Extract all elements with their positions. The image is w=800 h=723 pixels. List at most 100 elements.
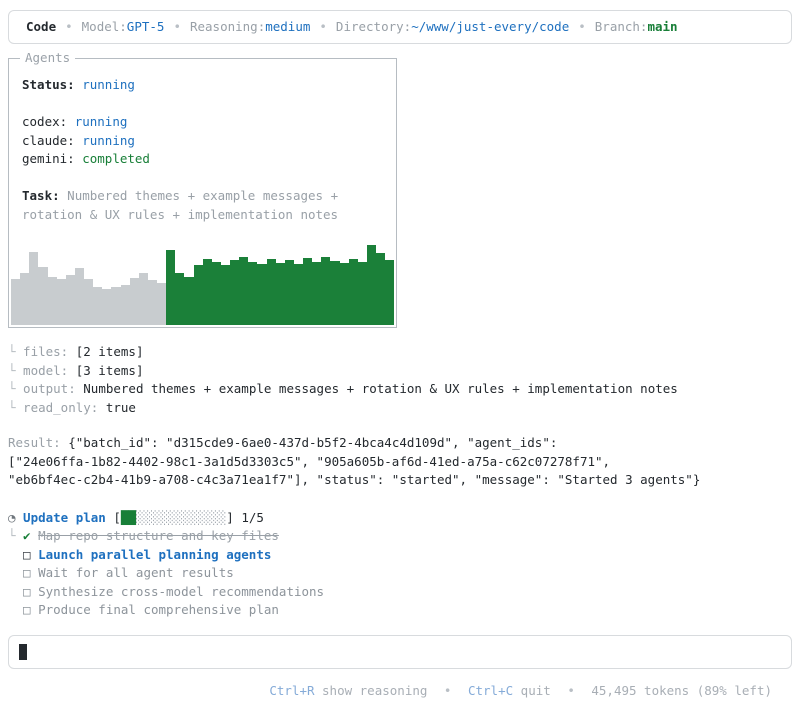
agents-panel-body: Status: running codex: running claude: r… <box>9 59 396 224</box>
activity-bar <box>303 258 313 325</box>
separator-dot: • <box>65 18 73 34</box>
detail-label: output: <box>23 381 76 396</box>
plan-item-label: Synthesize cross-model recommendations <box>38 583 325 599</box>
activity-bar <box>248 262 258 325</box>
plan-item: □ Launch parallel planning agents <box>8 546 792 565</box>
checkbox-icon: □ <box>23 602 31 617</box>
detail-label: files: <box>23 344 69 359</box>
activity-bar <box>166 250 176 325</box>
checkbox-icon: □ <box>23 546 31 562</box>
tree-connector: └ <box>8 528 16 543</box>
plan-progress-fraction: 1/5 <box>241 509 264 525</box>
reasoning-value: medium <box>265 18 311 34</box>
agents-panel-title: Agents <box>20 49 76 68</box>
detail-value: [3 items] <box>75 362 144 378</box>
agents-status-line: Status: running <box>22 76 383 95</box>
result-line: ["24e06ffa-1b82-4402-98c1-3a1d5d3303c5",… <box>8 453 611 469</box>
plan-item: □ Synthesize cross-model recommendations <box>8 583 792 602</box>
plan-item-label: Produce final comprehensive plan <box>38 602 279 617</box>
activity-bar <box>138 273 148 325</box>
detail-row: └ files: [2 items] <box>8 343 792 362</box>
activity-bar <box>239 257 249 325</box>
composer-input[interactable] <box>8 634 792 669</box>
activity-bar <box>74 268 84 325</box>
shortcut-reasoning-label: show reasoning <box>322 682 428 698</box>
checkbox-icon: □ <box>23 565 31 580</box>
task-label: Task: <box>22 188 60 203</box>
activity-bar <box>266 259 276 325</box>
plan-section: ◔ Update plan [██░░░░░░░░░░░░] 1/5 └ ✔ Map … <box>8 509 792 620</box>
activity-bar <box>11 279 21 325</box>
spinner-icon: ◔ <box>8 509 16 525</box>
plan-item: □ Wait for all agent results <box>8 564 792 583</box>
detail-row: └ output: Numbered themes + example messa… <box>8 380 792 399</box>
checkbox-icon: □ <box>23 583 31 599</box>
result-text: {"batch_id": "d315cde9-6ae0-437d-b5f2-4b… <box>68 435 558 450</box>
shortcut-reasoning-key: Ctrl+R <box>269 682 315 698</box>
plan-item-label: Launch parallel planning agents <box>38 546 272 562</box>
shortcut-quit-key: Ctrl+C <box>467 682 514 698</box>
separator-dot: • <box>443 682 452 698</box>
progress-empty: ░░░░░░░░░░░░ <box>135 509 227 525</box>
plan-item-label: Map repo structure and key files <box>38 528 279 543</box>
activity-chart <box>9 245 396 327</box>
tree-connector: └ <box>8 381 16 396</box>
tokens-remaining: 45,495 tokens (89% left) <box>591 682 772 698</box>
activity-bar <box>84 279 94 325</box>
directory-value: ~/www/just-every/code <box>411 18 570 34</box>
plan-item: └ ✔ Map repo structure and key files <box>8 527 792 546</box>
activity-bar <box>175 273 185 325</box>
detail-row: └ model: [3 items] <box>8 362 792 381</box>
activity-bar <box>230 260 240 325</box>
agent-name: claude: <box>22 132 75 148</box>
detail-label: read_only: <box>23 399 99 415</box>
directory-label: Directory: <box>335 18 412 34</box>
activity-bar <box>47 277 57 325</box>
plan-title: Update plan <box>23 509 106 525</box>
activity-bar <box>29 252 39 325</box>
detail-row: └ read_only: true <box>8 399 792 418</box>
plan-progress-bar: [██░░░░░░░░░░░░] <box>113 510 233 525</box>
task-paragraph: Task: Numbered themes + example messages… <box>22 187 383 224</box>
separator-dot: • <box>173 18 181 34</box>
activity-bar <box>293 264 303 325</box>
activity-bar <box>202 259 212 325</box>
bracket-close: ] <box>226 509 234 525</box>
model-value: GPT-5 <box>126 18 165 34</box>
agents-panel: Agents Status: running codex: running cl… <box>8 49 397 328</box>
footer-bar: Ctrl+R show reasoning • Ctrl+C quit • 45… <box>28 682 772 701</box>
activity-bar <box>312 262 322 325</box>
activity-bar <box>20 273 30 325</box>
activity-bar <box>38 267 48 325</box>
status-value: running <box>82 77 135 92</box>
activity-bar <box>102 289 112 325</box>
separator-dot: • <box>567 682 575 698</box>
result-label: Result: <box>8 435 61 450</box>
activity-bar <box>376 253 386 325</box>
activity-bar <box>120 285 130 325</box>
agent-name: codex: <box>22 114 68 129</box>
agent-row: codex: running <box>22 113 383 132</box>
activity-bar <box>211 262 221 325</box>
result-block: Result: {"batch_id": "d315cde9-6ae0-437d… <box>8 434 792 490</box>
detail-value: [2 items] <box>75 344 144 359</box>
result-line: "eb6bf4ec-c2b4-41b9-a708-c4c3a71ea1f7"],… <box>8 472 701 487</box>
activity-bar <box>275 263 285 325</box>
progress-filled: ██ <box>120 509 136 525</box>
detail-value: Numbered themes + example messages + rot… <box>83 381 678 396</box>
agent-state: running <box>82 132 135 148</box>
agent-name: gemini: <box>22 151 75 166</box>
model-label: Model: <box>81 18 127 34</box>
reasoning-label: Reasoning: <box>189 18 266 34</box>
status-label: Status: <box>22 77 75 92</box>
activity-bar <box>357 262 367 325</box>
branch-label: Branch: <box>594 18 648 34</box>
header-bar: Code • Model: GPT-5 • Reasoning: medium … <box>8 10 792 44</box>
tree-connector: └ <box>8 344 16 359</box>
activity-bar <box>257 264 267 325</box>
agent-row: claude: running <box>22 132 383 151</box>
tree-connector: └ <box>8 362 16 378</box>
activity-bar <box>339 263 349 325</box>
